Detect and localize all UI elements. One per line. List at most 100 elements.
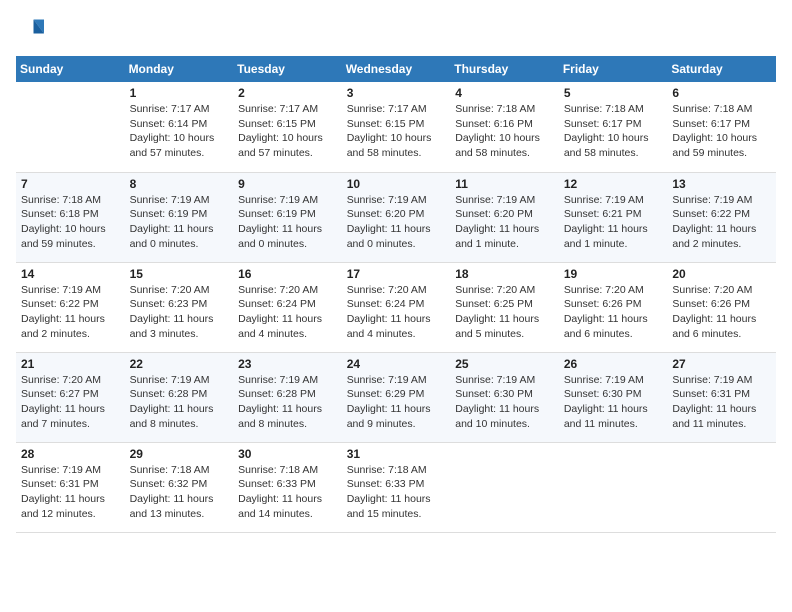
calendar-cell: 7 Sunrise: 7:18 AM Sunset: 6:18 PM Dayli… [16,172,125,262]
day-number: 21 [21,357,120,371]
sunrise-text: Sunrise: 7:20 AM [238,283,337,298]
sunrise-text: Sunrise: 7:18 AM [672,102,771,117]
day-number: 6 [672,86,771,100]
sunrise-text: Sunrise: 7:19 AM [347,193,446,208]
sunset-text: Sunset: 6:22 PM [21,297,120,312]
calendar-cell: 12 Sunrise: 7:19 AM Sunset: 6:21 PM Dayl… [559,172,668,262]
daylight-text: Daylight: 11 hours and 0 minutes. [130,222,229,251]
sunrise-text: Sunrise: 7:20 AM [455,283,554,298]
day-number: 7 [21,177,120,191]
daylight-text: Daylight: 11 hours and 12 minutes. [21,492,120,521]
calendar-week-row: 7 Sunrise: 7:18 AM Sunset: 6:18 PM Dayli… [16,172,776,262]
sunrise-text: Sunrise: 7:19 AM [672,373,771,388]
daylight-text: Daylight: 11 hours and 0 minutes. [238,222,337,251]
day-info: Sunrise: 7:18 AM Sunset: 6:17 PM Dayligh… [672,102,771,161]
day-info: Sunrise: 7:19 AM Sunset: 6:31 PM Dayligh… [21,463,120,522]
day-number: 24 [347,357,446,371]
day-number: 15 [130,267,229,281]
day-info: Sunrise: 7:19 AM Sunset: 6:31 PM Dayligh… [672,373,771,432]
day-info: Sunrise: 7:18 AM Sunset: 6:33 PM Dayligh… [238,463,337,522]
sunrise-text: Sunrise: 7:18 AM [21,193,120,208]
calendar-cell: 13 Sunrise: 7:19 AM Sunset: 6:22 PM Dayl… [667,172,776,262]
day-number: 16 [238,267,337,281]
sunset-text: Sunset: 6:18 PM [21,207,120,222]
day-number: 27 [672,357,771,371]
day-info: Sunrise: 7:18 AM Sunset: 6:17 PM Dayligh… [564,102,663,161]
calendar-cell: 31 Sunrise: 7:18 AM Sunset: 6:33 PM Dayl… [342,442,451,532]
calendar-cell: 15 Sunrise: 7:20 AM Sunset: 6:23 PM Dayl… [125,262,234,352]
sunset-text: Sunset: 6:16 PM [455,117,554,132]
calendar-cell: 10 Sunrise: 7:19 AM Sunset: 6:20 PM Dayl… [342,172,451,262]
day-number: 4 [455,86,554,100]
calendar-cell: 27 Sunrise: 7:19 AM Sunset: 6:31 PM Dayl… [667,352,776,442]
day-info: Sunrise: 7:18 AM Sunset: 6:32 PM Dayligh… [130,463,229,522]
calendar-cell: 30 Sunrise: 7:18 AM Sunset: 6:33 PM Dayl… [233,442,342,532]
sunset-text: Sunset: 6:26 PM [672,297,771,312]
calendar-cell: 8 Sunrise: 7:19 AM Sunset: 6:19 PM Dayli… [125,172,234,262]
day-info: Sunrise: 7:20 AM Sunset: 6:26 PM Dayligh… [672,283,771,342]
sunset-text: Sunset: 6:29 PM [347,387,446,402]
calendar-week-row: 28 Sunrise: 7:19 AM Sunset: 6:31 PM Dayl… [16,442,776,532]
day-number: 13 [672,177,771,191]
weekday-header: Friday [559,56,668,82]
daylight-text: Daylight: 11 hours and 4 minutes. [238,312,337,341]
weekday-header: Sunday [16,56,125,82]
daylight-text: Daylight: 11 hours and 13 minutes. [130,492,229,521]
calendar-cell: 29 Sunrise: 7:18 AM Sunset: 6:32 PM Dayl… [125,442,234,532]
day-info: Sunrise: 7:19 AM Sunset: 6:20 PM Dayligh… [455,193,554,252]
calendar-cell: 4 Sunrise: 7:18 AM Sunset: 6:16 PM Dayli… [450,82,559,172]
sunrise-text: Sunrise: 7:19 AM [347,373,446,388]
day-info: Sunrise: 7:19 AM Sunset: 6:19 PM Dayligh… [130,193,229,252]
sunrise-text: Sunrise: 7:19 AM [130,373,229,388]
daylight-text: Daylight: 11 hours and 6 minutes. [564,312,663,341]
calendar-cell [559,442,668,532]
day-info: Sunrise: 7:19 AM Sunset: 6:20 PM Dayligh… [347,193,446,252]
day-info: Sunrise: 7:20 AM Sunset: 6:26 PM Dayligh… [564,283,663,342]
calendar-cell [667,442,776,532]
day-number: 18 [455,267,554,281]
sunrise-text: Sunrise: 7:19 AM [130,193,229,208]
logo-icon [16,16,44,44]
daylight-text: Daylight: 11 hours and 8 minutes. [130,402,229,431]
sunrise-text: Sunrise: 7:18 AM [347,463,446,478]
day-number: 31 [347,447,446,461]
calendar-cell: 26 Sunrise: 7:19 AM Sunset: 6:30 PM Dayl… [559,352,668,442]
page-header [16,16,776,44]
day-info: Sunrise: 7:18 AM Sunset: 6:18 PM Dayligh… [21,193,120,252]
calendar-cell: 22 Sunrise: 7:19 AM Sunset: 6:28 PM Dayl… [125,352,234,442]
calendar-week-row: 1 Sunrise: 7:17 AM Sunset: 6:14 PM Dayli… [16,82,776,172]
sunset-text: Sunset: 6:33 PM [238,477,337,492]
sunset-text: Sunset: 6:22 PM [672,207,771,222]
sunrise-text: Sunrise: 7:19 AM [238,373,337,388]
day-number: 20 [672,267,771,281]
daylight-text: Daylight: 11 hours and 9 minutes. [347,402,446,431]
sunset-text: Sunset: 6:15 PM [238,117,337,132]
day-info: Sunrise: 7:20 AM Sunset: 6:25 PM Dayligh… [455,283,554,342]
day-info: Sunrise: 7:19 AM Sunset: 6:28 PM Dayligh… [130,373,229,432]
calendar-cell: 21 Sunrise: 7:20 AM Sunset: 6:27 PM Dayl… [16,352,125,442]
sunrise-text: Sunrise: 7:19 AM [564,193,663,208]
calendar-table: SundayMondayTuesdayWednesdayThursdayFrid… [16,56,776,533]
sunset-text: Sunset: 6:19 PM [130,207,229,222]
sunset-text: Sunset: 6:32 PM [130,477,229,492]
day-number: 29 [130,447,229,461]
daylight-text: Daylight: 10 hours and 59 minutes. [21,222,120,251]
sunset-text: Sunset: 6:24 PM [347,297,446,312]
day-number: 14 [21,267,120,281]
sunrise-text: Sunrise: 7:19 AM [564,373,663,388]
day-info: Sunrise: 7:19 AM Sunset: 6:21 PM Dayligh… [564,193,663,252]
calendar-cell: 18 Sunrise: 7:20 AM Sunset: 6:25 PM Dayl… [450,262,559,352]
weekday-header: Tuesday [233,56,342,82]
sunset-text: Sunset: 6:24 PM [238,297,337,312]
calendar-cell: 25 Sunrise: 7:19 AM Sunset: 6:30 PM Dayl… [450,352,559,442]
day-number: 8 [130,177,229,191]
sunrise-text: Sunrise: 7:19 AM [21,463,120,478]
sunrise-text: Sunrise: 7:18 AM [564,102,663,117]
calendar-cell: 16 Sunrise: 7:20 AM Sunset: 6:24 PM Dayl… [233,262,342,352]
calendar-cell: 6 Sunrise: 7:18 AM Sunset: 6:17 PM Dayli… [667,82,776,172]
daylight-text: Daylight: 11 hours and 2 minutes. [21,312,120,341]
logo [16,16,48,44]
day-number: 17 [347,267,446,281]
sunrise-text: Sunrise: 7:17 AM [130,102,229,117]
sunrise-text: Sunrise: 7:20 AM [130,283,229,298]
